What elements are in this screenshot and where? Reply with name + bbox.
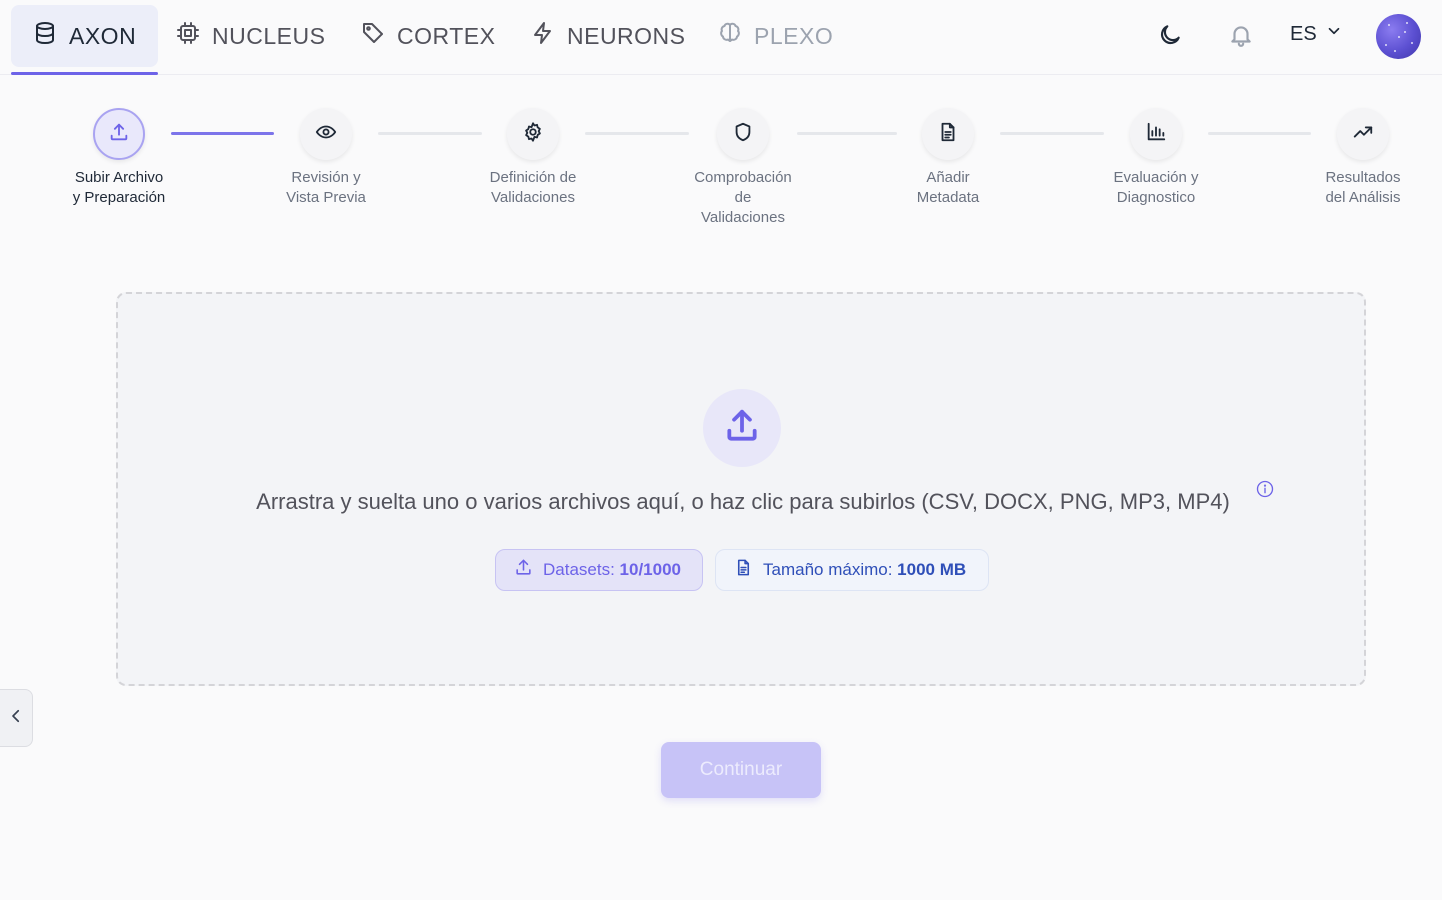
- datasets-counter: Datasets: 10/1000: [495, 549, 703, 591]
- tab-nucleus[interactable]: NUCLEUS: [176, 5, 325, 67]
- upload-icon: [108, 121, 130, 148]
- brain-icon: [718, 21, 742, 51]
- step-label: Comprobación de Validaciones: [694, 169, 792, 226]
- tab-axon[interactable]: AXON: [11, 5, 159, 75]
- step-label: Revisión y Vista Previa: [286, 169, 366, 206]
- step-validations-check[interactable]: Comprobación de Validaciones: [668, 108, 818, 228]
- gear-icon: [522, 121, 544, 148]
- upload-badge: [703, 389, 781, 467]
- file-dropzone[interactable]: Arrastra y suelta uno o varios archivos …: [116, 292, 1366, 686]
- document-icon: [734, 558, 753, 582]
- shield-icon: [732, 121, 754, 148]
- step-circle: [922, 108, 974, 160]
- upload-icon: [723, 407, 761, 450]
- document-icon: [937, 121, 959, 148]
- tab-plexo[interactable]: PLEXO: [718, 5, 833, 67]
- step-label: Definición de Validaciones: [489, 169, 577, 206]
- step-evaluation[interactable]: Evaluación y Diagnostico: [1081, 108, 1231, 208]
- tab-label: NUCLEUS: [212, 22, 326, 49]
- step-circle: [1337, 108, 1389, 160]
- step-circle: [93, 108, 145, 160]
- bolt-icon: [531, 21, 555, 51]
- notifications-button[interactable]: [1228, 22, 1254, 48]
- max-size-badge: Tamaño máximo: 1000 MB: [715, 549, 989, 591]
- dark-mode-toggle[interactable]: [1157, 22, 1183, 48]
- chevron-left-icon: [7, 707, 25, 730]
- step-validations-definition[interactable]: Definición de Validaciones: [458, 108, 608, 208]
- eye-icon: [315, 121, 337, 148]
- bell-icon: [1228, 26, 1254, 52]
- avatar[interactable]: [1376, 14, 1421, 59]
- moon-icon: [1157, 25, 1183, 52]
- bar-chart-icon: [1145, 121, 1167, 148]
- step-label: Subir Archivo y Preparación: [72, 169, 166, 206]
- step-circle: [300, 108, 352, 160]
- step-review[interactable]: Revisión y Vista Previa: [251, 108, 401, 208]
- step-results[interactable]: Resultados del Análisis: [1288, 108, 1438, 208]
- step-upload[interactable]: Subir Archivo y Preparación: [44, 108, 194, 208]
- step-circle: [1130, 108, 1182, 160]
- top-navigation: AXON NUCLEUS CORTEX NEURONS PLEXO ES: [0, 0, 1442, 75]
- sidebar-toggle[interactable]: [0, 689, 33, 747]
- cpu-icon: [176, 21, 200, 51]
- step-label: Resultados del Análisis: [1325, 169, 1401, 206]
- info-icon[interactable]: [1256, 480, 1274, 498]
- step-label: Añadir Metadata: [916, 169, 980, 206]
- language-code: ES: [1290, 22, 1317, 45]
- step-circle: [717, 108, 769, 160]
- step-label: Evaluación y Diagnostico: [1113, 169, 1199, 206]
- upload-icon: [514, 558, 533, 582]
- trending-up-icon: [1352, 121, 1374, 148]
- database-icon: [33, 21, 57, 51]
- step-circle: [507, 108, 559, 160]
- language-selector[interactable]: ES: [1290, 22, 1343, 46]
- tab-label: PLEXO: [754, 22, 834, 49]
- tab-cortex[interactable]: CORTEX: [361, 5, 495, 67]
- datasets-text: Datasets: 10/1000: [543, 560, 681, 579]
- max-size-text: Tamaño máximo: 1000 MB: [763, 560, 967, 579]
- dropzone-instruction: Arrastra y suelta uno o varios archivos …: [256, 489, 1230, 514]
- continue-button[interactable]: Continuar: [661, 742, 821, 798]
- step-metadata[interactable]: Añadir Metadata: [873, 108, 1023, 208]
- tab-label: CORTEX: [397, 22, 496, 49]
- tab-neurons[interactable]: NEURONS: [531, 5, 686, 67]
- tab-label: AXON: [69, 22, 137, 49]
- chevron-down-icon: [1325, 22, 1343, 46]
- tab-label: NEURONS: [567, 22, 686, 49]
- tag-icon: [361, 21, 385, 51]
